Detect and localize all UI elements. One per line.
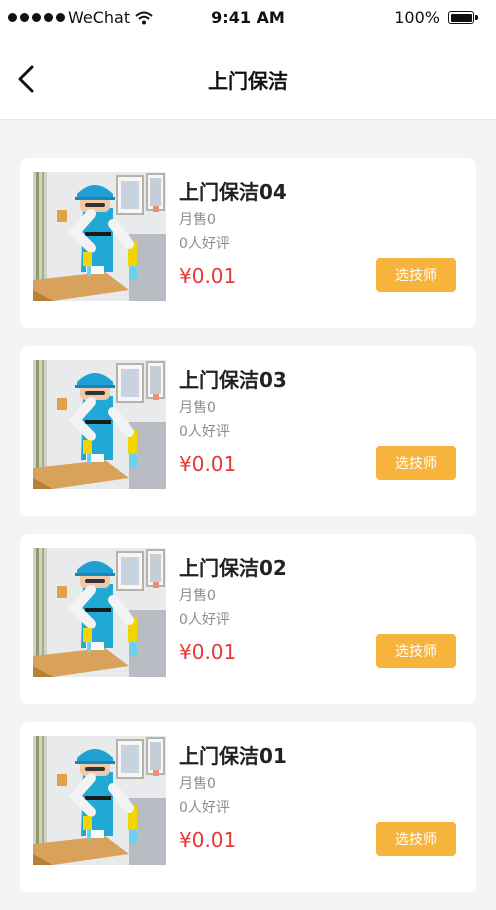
monthly-sales: 月售0 xyxy=(179,776,216,792)
service-list: 上门保洁04 月售0 0人好评 ¥0.01 选技师 上门保洁03 月售0 0人好… xyxy=(20,158,476,910)
select-technician-button[interactable]: 选技师 xyxy=(376,822,456,856)
service-card[interactable]: 上门保洁03 月售0 0人好评 ¥0.01 选技师 xyxy=(20,346,476,516)
service-info: 上门保洁04 月售0 0人好评 ¥0.01 xyxy=(179,178,287,290)
service-name: 上门保洁01 xyxy=(179,744,287,768)
status-bar: WeChat 9:41 AM 100% xyxy=(0,0,496,36)
service-card[interactable]: 上门保洁01 月售0 0人好评 ¥0.01 选技师 xyxy=(20,722,476,892)
service-name: 上门保洁04 xyxy=(179,180,287,204)
select-technician-button[interactable]: 选技师 xyxy=(376,446,456,480)
monthly-sales: 月售0 xyxy=(179,588,216,604)
monthly-sales: 月售0 xyxy=(179,400,216,416)
service-price: ¥0.01 xyxy=(179,452,237,476)
service-info: 上门保洁03 月售0 0人好评 ¥0.01 xyxy=(179,366,287,478)
review-count: 0人好评 xyxy=(179,424,230,440)
service-name: 上门保洁03 xyxy=(179,368,287,392)
service-info: 上门保洁01 月售0 0人好评 ¥0.01 xyxy=(179,742,287,854)
monthly-sales: 月售0 xyxy=(179,212,216,228)
service-image xyxy=(33,172,166,301)
service-name: 上门保洁02 xyxy=(179,556,287,580)
service-image xyxy=(33,360,166,489)
service-image xyxy=(33,736,166,865)
service-price: ¥0.01 xyxy=(179,828,237,852)
service-info: 上门保洁02 月售0 0人好评 ¥0.01 xyxy=(179,554,287,666)
page-title: 上门保洁 xyxy=(208,69,288,93)
nav-bar: 上门保洁 xyxy=(0,36,496,120)
review-count: 0人好评 xyxy=(179,800,230,816)
service-price: ¥0.01 xyxy=(179,640,237,664)
select-technician-button[interactable]: 选技师 xyxy=(376,634,456,668)
service-card[interactable]: 上门保洁04 月售0 0人好评 ¥0.01 选技师 xyxy=(20,158,476,328)
battery-icon xyxy=(448,11,478,24)
service-image xyxy=(33,548,166,677)
review-count: 0人好评 xyxy=(179,236,230,252)
select-technician-button[interactable]: 选技师 xyxy=(376,258,456,292)
service-card[interactable]: 上门保洁02 月售0 0人好评 ¥0.01 选技师 xyxy=(20,534,476,704)
battery-percent: 100% xyxy=(394,8,440,27)
service-price: ¥0.01 xyxy=(179,264,237,288)
review-count: 0人好评 xyxy=(179,612,230,628)
